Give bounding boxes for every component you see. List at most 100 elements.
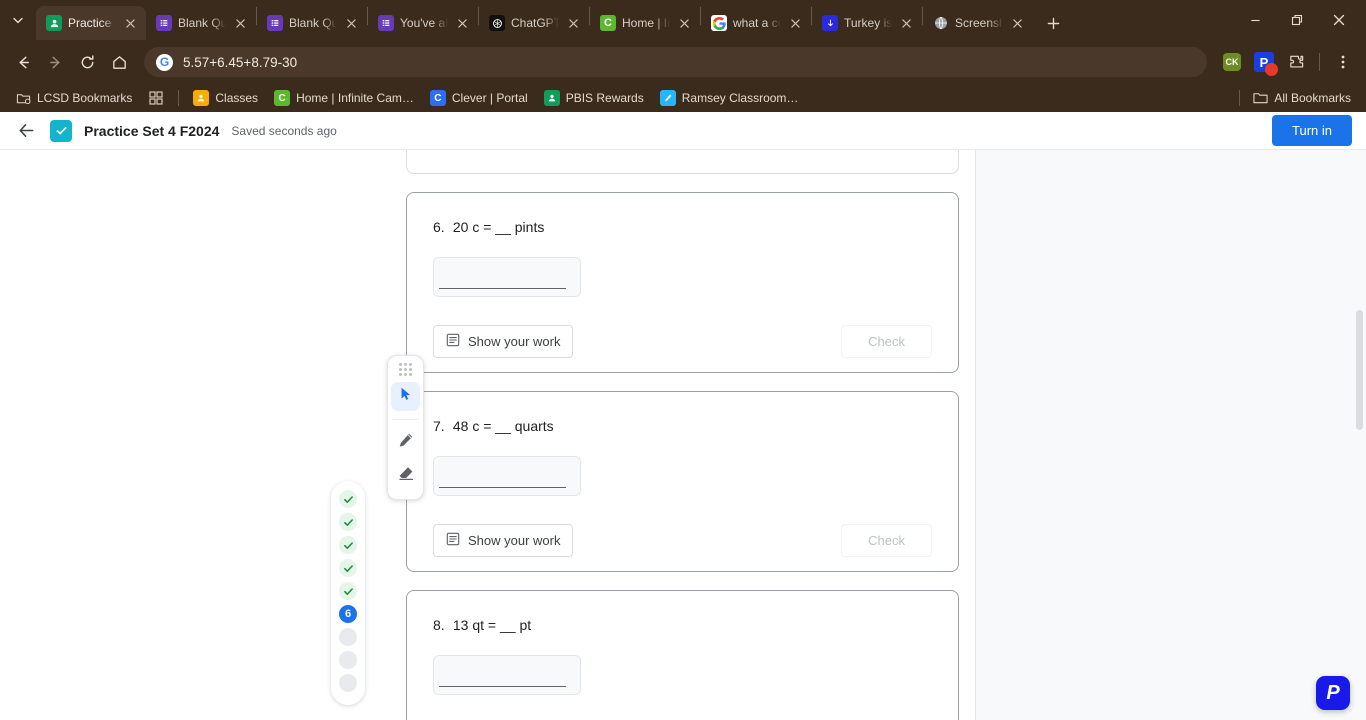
minimize-icon[interactable] xyxy=(1234,3,1276,37)
select-cursor-tool[interactable] xyxy=(391,382,420,411)
close-icon[interactable] xyxy=(565,15,581,31)
extension-ck-icon[interactable]: CK xyxy=(1217,47,1247,77)
browser-tab-1[interactable]: Blank Quiz xyxy=(146,6,256,40)
bookmark-item-infinite-campus[interactable]: C Home | Infinite Cam… xyxy=(267,87,421,109)
answer-input-6[interactable] xyxy=(433,257,581,297)
progress-step-2[interactable] xyxy=(339,513,357,531)
browser-tab-2[interactable]: Blank Quiz xyxy=(257,6,367,40)
bookmark-divider xyxy=(1239,90,1241,106)
notes-icon xyxy=(446,532,460,549)
home-icon[interactable] xyxy=(104,47,134,77)
scrollbar-thumb[interactable] xyxy=(1356,310,1363,430)
answer-underline xyxy=(439,686,566,687)
question-card-previous xyxy=(406,150,959,174)
show-your-work-button-6[interactable]: Show your work xyxy=(433,325,574,358)
page-scrollbar[interactable] xyxy=(1354,150,1366,720)
progress-step-4[interactable] xyxy=(339,559,357,577)
extension-p-icon[interactable]: P xyxy=(1249,47,1279,77)
close-window-icon[interactable] xyxy=(1318,3,1360,37)
bookmark-item-clever[interactable]: C Clever | Portal xyxy=(423,87,535,109)
close-icon[interactable] xyxy=(676,15,692,31)
close-icon[interactable] xyxy=(1009,15,1025,31)
tab-title: Blank Quiz xyxy=(289,16,337,30)
answer-input-8[interactable] xyxy=(433,655,581,695)
browser-tab-7[interactable]: Turkey is n xyxy=(812,6,922,40)
ramsey-icon xyxy=(659,90,676,106)
question-body: 13 qt = __ pt xyxy=(452,617,532,633)
close-icon[interactable] xyxy=(343,15,359,31)
progress-step-9[interactable] xyxy=(339,674,357,692)
progress-step-7[interactable] xyxy=(339,628,357,646)
back-arrow-icon[interactable] xyxy=(8,47,38,77)
browser-tab-6[interactable]: what a co xyxy=(701,6,811,40)
check-button-6[interactable]: Check xyxy=(841,325,932,358)
bookmarks-bar-right: All Bookmarks xyxy=(1234,87,1358,109)
eraser-tool[interactable] xyxy=(391,461,420,490)
show-your-work-button-7[interactable]: Show your work xyxy=(433,524,574,557)
forward-arrow-icon[interactable] xyxy=(40,47,70,77)
bookmark-label: Ramsey Classroom… xyxy=(681,91,799,105)
bookmark-manager-icon xyxy=(15,90,31,106)
bookmark-label: Clever | Portal xyxy=(451,91,528,105)
browser-tab-5[interactable]: C Home | Inf xyxy=(590,6,700,40)
google-forms-icon xyxy=(378,15,394,31)
close-icon[interactable] xyxy=(122,15,138,31)
drag-handle-dots-icon[interactable] xyxy=(398,363,413,376)
apps-grid-icon[interactable] xyxy=(141,87,171,109)
question-card-7: 7. 48 c = __ quarts Show your work Check xyxy=(406,391,959,572)
pear-assistant-widget[interactable]: P xyxy=(1316,676,1350,710)
drawing-toolbar xyxy=(387,355,424,500)
browser-tab-0[interactable]: Practice S xyxy=(36,6,146,40)
eraser-icon xyxy=(398,465,414,486)
cursor-arrow-icon xyxy=(398,386,414,407)
browser-tab-8[interactable]: Screensho xyxy=(923,6,1033,40)
apps-grid-glyph xyxy=(148,90,164,106)
progress-step-8[interactable] xyxy=(339,651,357,669)
bookmark-item-classes[interactable]: Classes xyxy=(186,87,265,109)
question-card-8: 8. 13 qt = __ pt Show your work Check xyxy=(406,590,959,720)
bookmark-profile-label: LCSD Bookmarks xyxy=(37,91,133,105)
answer-underline xyxy=(439,288,566,289)
new-tab-button[interactable] xyxy=(1039,9,1067,37)
all-bookmarks-label: All Bookmarks xyxy=(1274,91,1351,105)
maximize-restore-icon[interactable] xyxy=(1276,3,1318,37)
tab-title: Screensho xyxy=(955,16,1003,30)
puzzle-icon[interactable] xyxy=(1281,47,1311,77)
bookmark-item-ramsey-classroom[interactable]: Ramsey Classroom… xyxy=(653,87,806,109)
tabs-container: Practice S Blank Quiz xyxy=(36,0,1234,40)
bookmark-item-pbis-rewards[interactable]: PBIS Rewards xyxy=(537,87,651,109)
bookmark-profile-folder[interactable]: LCSD Bookmarks xyxy=(8,87,139,109)
tab-search-area xyxy=(0,0,36,40)
close-icon[interactable] xyxy=(454,15,470,31)
arrow-left-icon[interactable] xyxy=(14,119,38,143)
chevron-down-icon[interactable] xyxy=(5,7,31,33)
all-bookmarks-button[interactable]: All Bookmarks xyxy=(1245,87,1358,109)
question-card-6: 6. 20 c = __ pints Show your work Check xyxy=(406,192,959,373)
notes-icon xyxy=(446,333,460,350)
check-button-7[interactable]: Check xyxy=(841,524,932,557)
close-icon[interactable] xyxy=(898,15,914,31)
reload-icon[interactable] xyxy=(72,47,102,77)
progress-step-6[interactable]: 6 xyxy=(339,605,357,623)
browser-tab-3[interactable]: You've alre xyxy=(368,6,478,40)
progress-step-3[interactable] xyxy=(339,536,357,554)
tab-title: Practice S xyxy=(68,16,116,30)
tab-title: Home | Inf xyxy=(622,16,670,30)
globe-icon xyxy=(933,15,949,31)
address-bar[interactable]: G 5.57+6.45+8.79-30 xyxy=(144,47,1207,77)
answer-input-7[interactable] xyxy=(433,456,581,496)
browser-tab-4[interactable]: ChatGPT xyxy=(479,6,589,40)
right-side-pane xyxy=(975,150,1366,720)
close-icon[interactable] xyxy=(787,15,803,31)
assignment-check-icon xyxy=(50,119,72,142)
pencil-tool[interactable] xyxy=(391,428,420,457)
document-icon xyxy=(822,15,838,31)
save-status: Saved seconds ago xyxy=(231,123,337,138)
progress-step-5[interactable] xyxy=(339,582,357,600)
tab-strip: Practice S Blank Quiz xyxy=(0,0,1366,40)
kebab-menu-icon[interactable] xyxy=(1328,47,1358,77)
turn-in-button[interactable]: Turn in xyxy=(1272,115,1352,146)
question-number: 7. xyxy=(433,418,445,434)
progress-step-1[interactable] xyxy=(339,490,357,508)
close-icon[interactable] xyxy=(232,15,248,31)
